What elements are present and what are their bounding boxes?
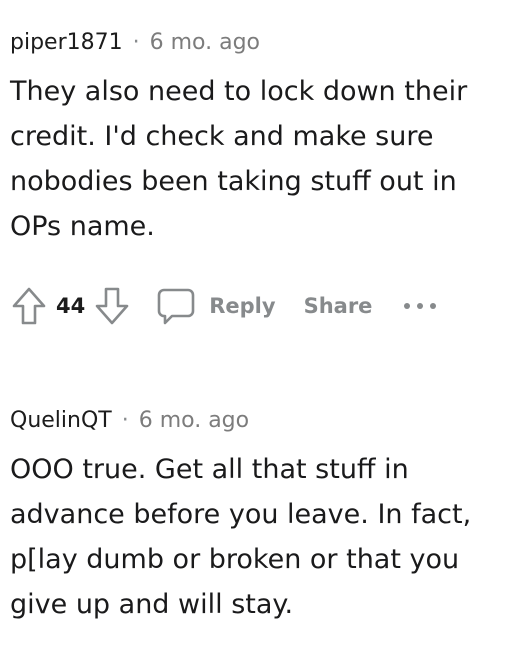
- downvote-arrow-icon: [95, 287, 129, 325]
- ellipsis-icon: [404, 303, 437, 309]
- comment-actions: 44 Reply Share: [10, 284, 438, 328]
- meta-separator: ·: [132, 29, 140, 55]
- downvote-button[interactable]: [93, 284, 131, 328]
- comment-author[interactable]: QuelinQT: [10, 408, 112, 433]
- upvote-arrow-icon: [12, 287, 46, 325]
- comment-timestamp[interactable]: 6 mo. ago: [139, 408, 249, 433]
- comment-meta: QuelinQT · 6 mo. ago: [10, 404, 501, 436]
- comment: piper1871 · 6 mo. ago They also need to …: [10, 26, 501, 325]
- more-options-button[interactable]: [402, 284, 438, 328]
- vote-count: 44: [56, 294, 86, 318]
- speech-bubble-icon: [157, 288, 195, 325]
- reply-icon-wrap: [155, 284, 197, 328]
- comment-author[interactable]: piper1871: [10, 30, 123, 55]
- comment-timestamp[interactable]: 6 mo. ago: [150, 30, 260, 55]
- comment-meta: piper1871 · 6 mo. ago: [10, 26, 501, 58]
- comment-body: They also need to lock down their credit…: [10, 76, 468, 242]
- comment-body: OOO true. Get all that stuff in advance …: [10, 454, 472, 620]
- reply-label: Reply: [209, 294, 276, 318]
- meta-separator: ·: [121, 407, 129, 433]
- comment: QuelinQT · 6 mo. ago OOO true. Get all t…: [10, 404, 501, 627]
- upvote-button[interactable]: [10, 284, 48, 328]
- share-button[interactable]: Share: [304, 294, 373, 318]
- reply-button[interactable]: Reply: [155, 284, 276, 328]
